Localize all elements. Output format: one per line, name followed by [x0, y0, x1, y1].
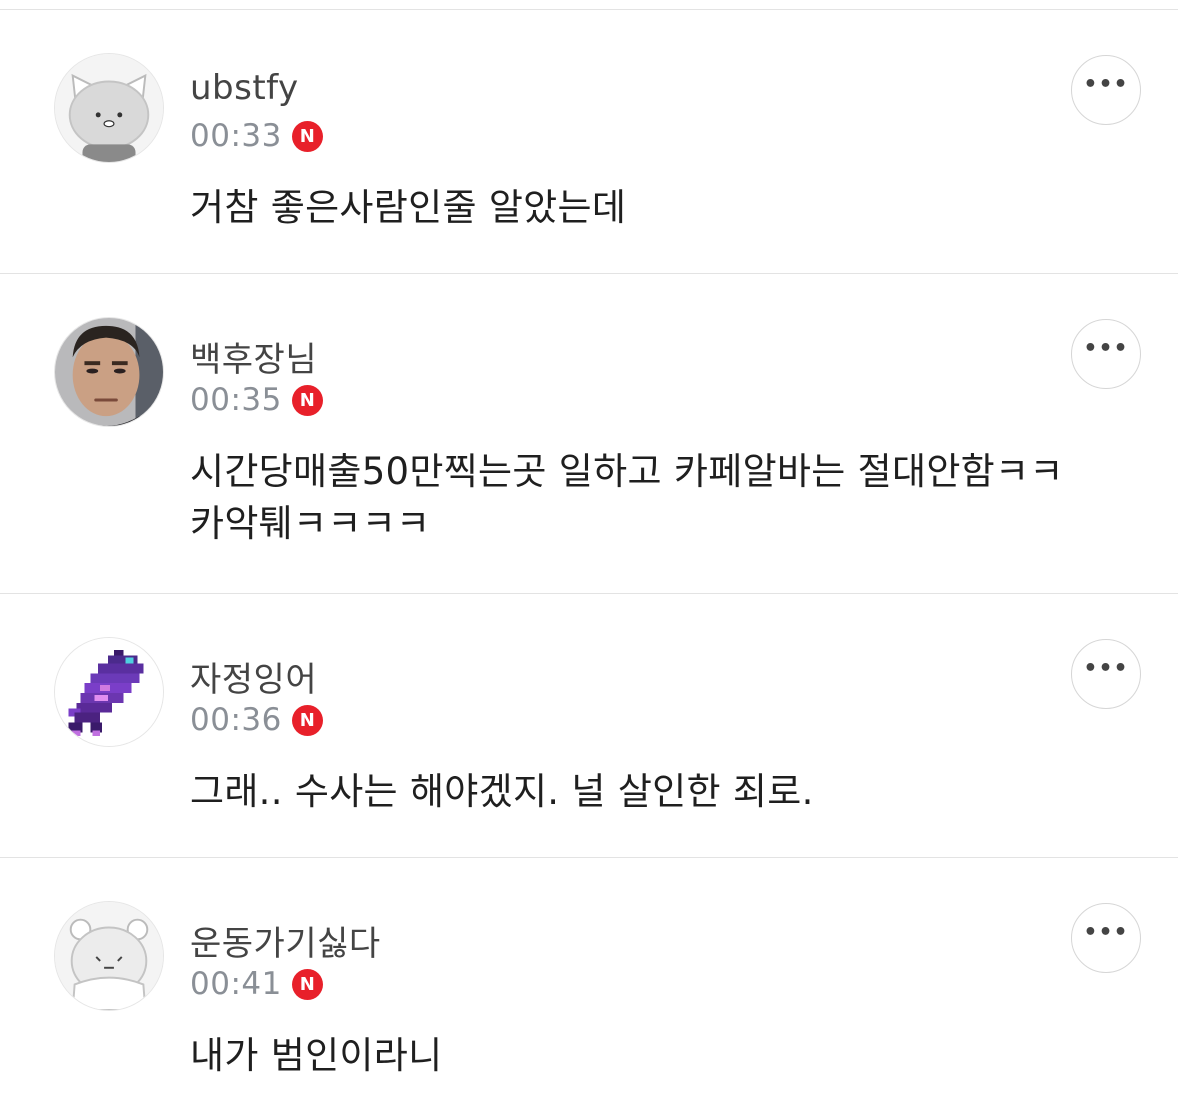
comment-text: 시간당매출50만찍는곳 일하고 카페알바는 절대안함ㅋㅋ 카악퉤ㅋㅋㅋㅋ [190, 450, 1064, 545]
comment-item: 운동가기싫다 00:41 N 내가 범인이라니 ••• [0, 857, 1178, 1107]
bear-avatar-icon[interactable] [54, 901, 164, 1011]
comment-item: 자정잉어 00:36 N 그래.. 수사는 해야겠지. 널 살인한 죄로. ••… [0, 593, 1178, 857]
comment-time: 00:41 [190, 966, 282, 1002]
comment-meta: 00:35 N [190, 382, 323, 418]
comment-time: 00:33 [190, 118, 282, 154]
new-badge-icon: N [291, 704, 323, 736]
new-badge-icon: N [291, 968, 323, 1000]
comment-time: 00:36 [190, 702, 282, 738]
cat-avatar-icon[interactable] [54, 53, 164, 163]
comment-time: 00:35 [190, 382, 282, 418]
new-badge-icon: N [291, 384, 323, 416]
man-photo-avatar-icon[interactable] [54, 317, 164, 427]
pixel-fish-avatar-icon[interactable] [54, 637, 164, 747]
more-options-button[interactable]: ••• [1071, 319, 1141, 389]
comment-nickname[interactable]: 자정잉어 [190, 652, 317, 701]
comment-text: 그래.. 수사는 해야겠지. 널 살인한 죄로. [190, 770, 814, 813]
comment-meta: 00:33 N [190, 118, 323, 154]
new-badge-icon: N [291, 120, 323, 152]
comment-item: ubstfy 00:33 N 거참 좋은사람인줄 알았는데 ••• [0, 9, 1178, 273]
comment-item: 백후장님 00:35 N 시간당매출50만찍는곳 일하고 카페알바는 절대안함ㅋ… [0, 273, 1178, 593]
more-icon: ••• [1083, 920, 1129, 945]
comment-text: 내가 범인이라니 [190, 1034, 443, 1077]
comment-list: ubstfy 00:33 N 거참 좋은사람인줄 알았는데 ••• 백후장님 0… [0, 0, 1178, 1107]
comment-nickname[interactable]: 운동가기싫다 [190, 916, 381, 965]
more-options-button[interactable]: ••• [1071, 55, 1141, 125]
comment-nickname[interactable]: ubstfy [190, 68, 299, 108]
more-icon: ••• [1083, 72, 1129, 97]
more-options-button[interactable]: ••• [1071, 639, 1141, 709]
comment-text: 거참 좋은사람인줄 알았는데 [190, 186, 627, 229]
more-icon: ••• [1083, 336, 1129, 361]
comment-meta: 00:41 N [190, 966, 323, 1002]
more-icon: ••• [1083, 656, 1129, 681]
comment-nickname[interactable]: 백후장님 [190, 332, 317, 381]
comment-meta: 00:36 N [190, 702, 323, 738]
more-options-button[interactable]: ••• [1071, 903, 1141, 973]
